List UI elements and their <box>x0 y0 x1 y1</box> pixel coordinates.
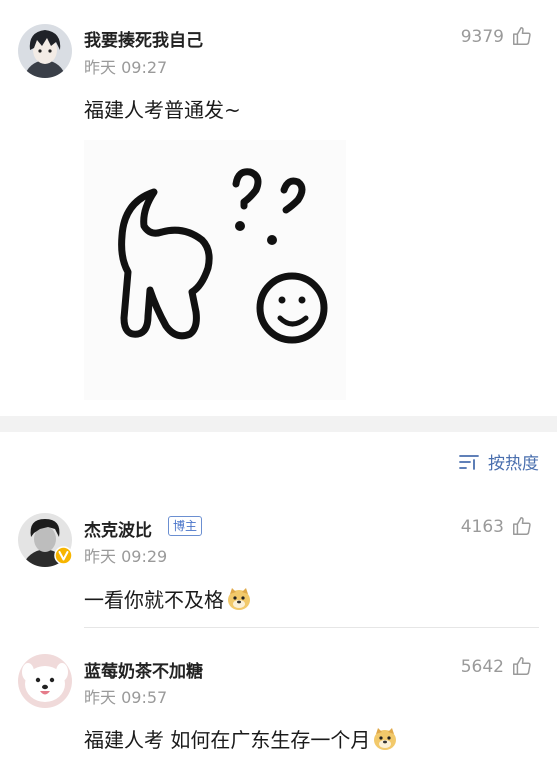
post-like-count: 9379 <box>460 27 504 47</box>
comment-username[interactable]: 蓝莓奶茶不加糖 <box>84 657 203 682</box>
post-username[interactable]: 我要揍死我自己 <box>84 26 203 51</box>
verified-v-badge-icon <box>54 546 73 565</box>
thumbs-up-icon[interactable] <box>511 515 533 537</box>
anime-boy-avatar-icon <box>18 24 72 78</box>
comment-text-body: 一看你就不及格 <box>84 588 224 612</box>
comment-separator <box>84 627 539 628</box>
comment-username[interactable]: 杰克波比 <box>84 516 152 541</box>
comment-text-body: 福建人考 如何在广东生存一个月 <box>84 728 371 752</box>
sort-label: 按热度 <box>488 454 539 474</box>
comment-like-count: 4163 <box>460 517 504 537</box>
doge-emoji-icon <box>374 728 397 750</box>
thumbs-up-icon[interactable] <box>511 25 533 47</box>
post-text: 福建人考普通发~ <box>84 98 241 122</box>
sort-by-heat-button[interactable]: 按热度 <box>458 449 539 474</box>
post-author-avatar[interactable] <box>18 24 72 78</box>
comment-timestamp: 昨天 09:29 <box>84 547 168 566</box>
thumbs-up-icon[interactable] <box>511 655 533 677</box>
comment-avatar[interactable] <box>18 654 72 708</box>
comment-text: 一看你就不及格 <box>84 584 252 613</box>
post-timestamp: 昨天 09:27 <box>84 58 168 77</box>
sort-lines-icon <box>459 454 479 470</box>
post-sticker-image[interactable] <box>84 140 346 400</box>
comment-like-count: 5642 <box>460 657 504 677</box>
white-dog-avatar-icon <box>18 654 72 708</box>
doge-emoji-icon <box>228 588 250 610</box>
comment-timestamp: 昨天 09:57 <box>84 688 168 707</box>
confused-cat-doodle-sticker-icon <box>118 168 328 344</box>
section-divider <box>0 416 557 432</box>
author-badge: 博主 <box>168 516 203 536</box>
comment-text: 福建人考 如何在广东生存一个月 <box>84 724 398 753</box>
